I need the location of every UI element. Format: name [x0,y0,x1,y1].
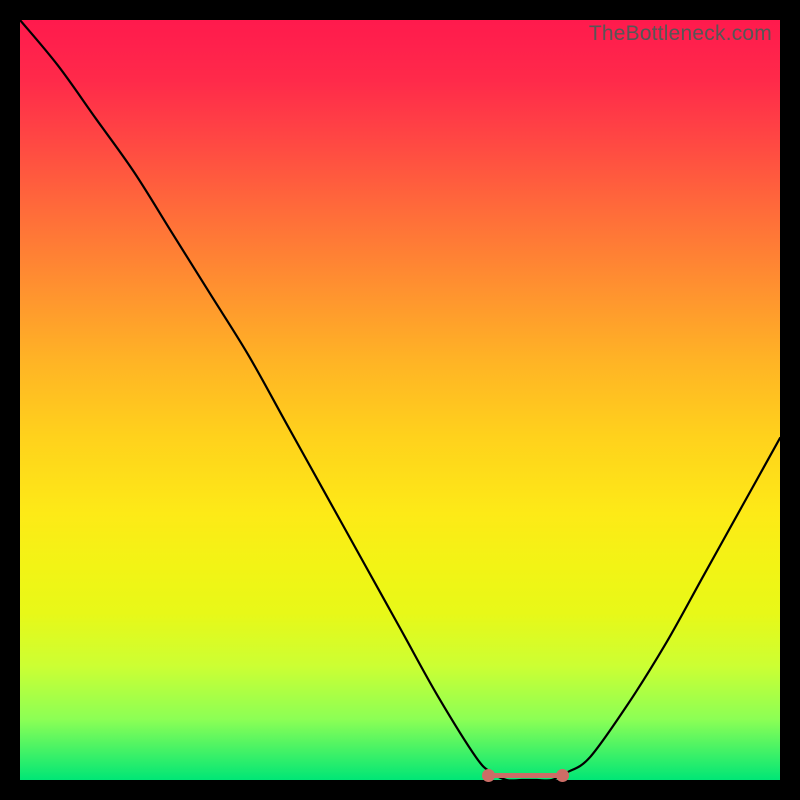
chart-frame: TheBottleneck.com [0,0,800,800]
optimal-range-end-icon [556,769,569,782]
optimal-range-start-icon [482,769,495,782]
plot-area: TheBottleneck.com [20,20,780,780]
optimal-range-marker [484,768,568,782]
bottleneck-curve [20,20,780,780]
